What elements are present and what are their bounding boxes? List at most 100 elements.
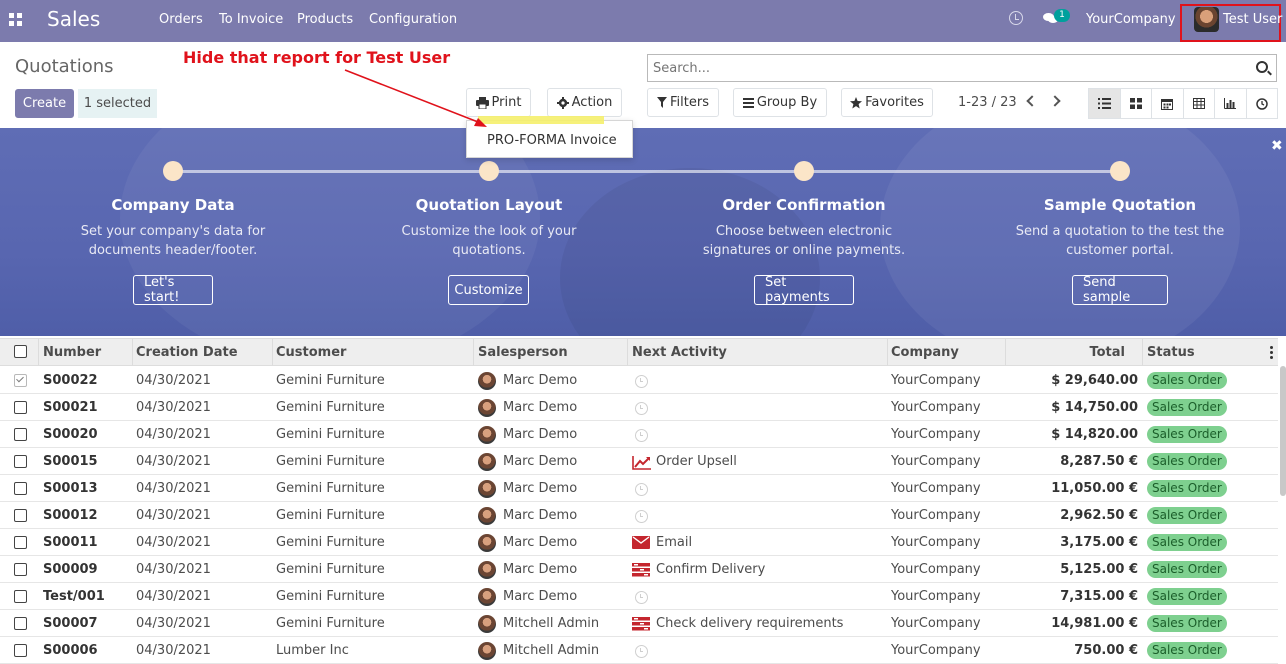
pager-next-icon[interactable] (1049, 95, 1061, 107)
order-total: 2,962.50 € (1060, 508, 1138, 523)
column-status[interactable]: Status (1147, 345, 1195, 360)
order-number: S00013 (43, 481, 98, 496)
table-row[interactable]: S00013 04/30/2021 Gemini Furniture Marc Dem… (0, 475, 1278, 502)
tasks-icon[interactable] (632, 617, 650, 631)
order-number: S00022 (43, 373, 98, 388)
table-scrollbar[interactable] (1280, 366, 1286, 496)
clock-icon[interactable] (635, 402, 648, 415)
action-label: Action (571, 95, 613, 110)
menu-products[interactable]: Products (297, 12, 353, 27)
dropdown-item-pro-forma-invoice[interactable]: PRO-FORMA Invoice (487, 133, 617, 148)
close-icon[interactable]: ✖ (1271, 138, 1283, 154)
menu-configuration[interactable]: Configuration (369, 12, 457, 27)
menu-orders[interactable]: Orders (159, 12, 203, 27)
create-button[interactable]: Create (15, 89, 74, 118)
order-number: S00006 (43, 643, 98, 658)
pivot-icon (1192, 98, 1205, 109)
column-separator (272, 339, 273, 366)
step-dot (479, 161, 499, 181)
print-button[interactable]: Print (466, 88, 531, 117)
table-row[interactable]: S00020 04/30/2021 Gemini Furniture Marc Dem… (0, 421, 1278, 448)
row-checkbox[interactable] (14, 617, 27, 630)
company-name: YourCompany (891, 481, 981, 496)
pivot-view-button[interactable] (1184, 89, 1215, 118)
pager-value[interactable]: 1-23 / 23 (958, 95, 1017, 110)
row-checkbox[interactable] (14, 536, 27, 549)
graph-view-button[interactable] (1215, 89, 1247, 118)
optional-columns-icon[interactable] (1270, 346, 1273, 359)
clock-icon[interactable] (635, 645, 648, 658)
clock-icon[interactable] (635, 510, 648, 523)
star-icon (850, 96, 863, 108)
table-row[interactable]: S00012 04/30/2021 Gemini Furniture Marc Dem… (0, 502, 1278, 529)
menu-to-invoice[interactable]: To Invoice (219, 12, 283, 27)
user-menu[interactable]: Test User (1223, 12, 1282, 27)
row-checkbox[interactable] (14, 482, 27, 495)
activity-view-button[interactable] (1247, 89, 1278, 118)
app-brand[interactable]: Sales (47, 7, 100, 31)
next-activity-label[interactable]: Check delivery requirements (656, 616, 843, 631)
company-switcher[interactable]: YourCompany (1086, 12, 1176, 27)
envelope-icon[interactable] (632, 536, 650, 550)
column-next-activity[interactable]: Next Activity (632, 345, 727, 360)
clock-icon[interactable] (635, 429, 648, 442)
pager-previous-icon[interactable] (1026, 95, 1038, 107)
clock-icon[interactable] (635, 591, 648, 604)
column-customer[interactable]: Customer (276, 345, 346, 360)
table-row[interactable]: S00011 04/30/2021 Gemini Furniture Marc Dem… (0, 529, 1278, 556)
customize-button[interactable]: Customize (448, 275, 529, 305)
next-activity-label[interactable]: Email (656, 535, 692, 550)
next-activity-label[interactable]: Order Upsell (656, 454, 737, 469)
calendar-view-button[interactable] (1152, 89, 1184, 118)
table-row[interactable]: S00015 04/30/2021 Gemini Furniture Marc Dem… (0, 448, 1278, 475)
customer-name: Gemini Furniture (276, 589, 385, 604)
list-view-button[interactable] (1089, 89, 1121, 118)
column-salesperson[interactable]: Salesperson (478, 345, 568, 360)
group-by-button[interactable]: Group By (733, 88, 827, 117)
salesperson-avatar (478, 453, 496, 471)
next-activity-label[interactable]: Confirm Delivery (656, 562, 765, 577)
select-all-checkbox[interactable] (14, 345, 27, 358)
row-checkbox[interactable] (14, 563, 27, 576)
kanban-view-button[interactable] (1121, 89, 1152, 118)
clock-icon[interactable] (635, 483, 648, 496)
column-creation-date[interactable]: Creation Date (136, 345, 238, 360)
row-checkbox[interactable] (14, 455, 27, 468)
table-row[interactable]: S00021 04/30/2021 Gemini Furniture Marc Dem… (0, 394, 1278, 421)
action-button[interactable]: Action (547, 88, 622, 117)
search-bar (647, 54, 1277, 82)
company-name: YourCompany (891, 643, 981, 658)
row-checkbox[interactable] (14, 509, 27, 522)
lets-start-button[interactable]: Let's start! (133, 275, 213, 305)
apps-menu-icon[interactable] (9, 13, 22, 26)
search-input[interactable] (648, 55, 1238, 81)
column-number[interactable]: Number (43, 345, 101, 360)
print-label: Print (491, 95, 522, 110)
clock-icon[interactable] (635, 375, 648, 388)
row-checkbox[interactable] (14, 644, 27, 657)
company-name: YourCompany (891, 373, 981, 388)
activity-clock-icon[interactable] (1009, 11, 1023, 25)
tasks-icon[interactable] (632, 563, 650, 577)
row-checkbox[interactable] (14, 374, 27, 387)
set-payments-button[interactable]: Set payments (754, 275, 854, 305)
table-row[interactable]: Test/001 04/30/2021 Gemini Furniture Marc D… (0, 583, 1278, 610)
table-row[interactable]: S00009 04/30/2021 Gemini Furniture Marc Dem… (0, 556, 1278, 583)
favorites-button[interactable]: Favorites (841, 88, 933, 117)
row-checkbox[interactable] (14, 590, 27, 603)
search-icon[interactable] (1256, 61, 1268, 73)
salesperson-avatar (478, 615, 496, 633)
row-checkbox[interactable] (14, 401, 27, 414)
step-description: Customize the look of your quotations. (369, 222, 609, 260)
user-avatar[interactable] (1194, 7, 1219, 32)
column-total[interactable]: Total (1089, 345, 1125, 360)
line-chart-icon[interactable] (632, 455, 651, 470)
filters-button[interactable]: Filters (647, 88, 719, 117)
step-dot (794, 161, 814, 181)
send-sample-button[interactable]: Send sample (1072, 275, 1168, 305)
table-row[interactable]: S00022 04/30/2021 Gemini Furniture Marc Dem… (0, 367, 1278, 394)
row-checkbox[interactable] (14, 428, 27, 441)
table-row[interactable]: S00007 04/30/2021 Gemini Furniture Mitchell… (0, 610, 1278, 637)
gear-icon (556, 96, 569, 109)
column-company[interactable]: Company (891, 345, 959, 360)
